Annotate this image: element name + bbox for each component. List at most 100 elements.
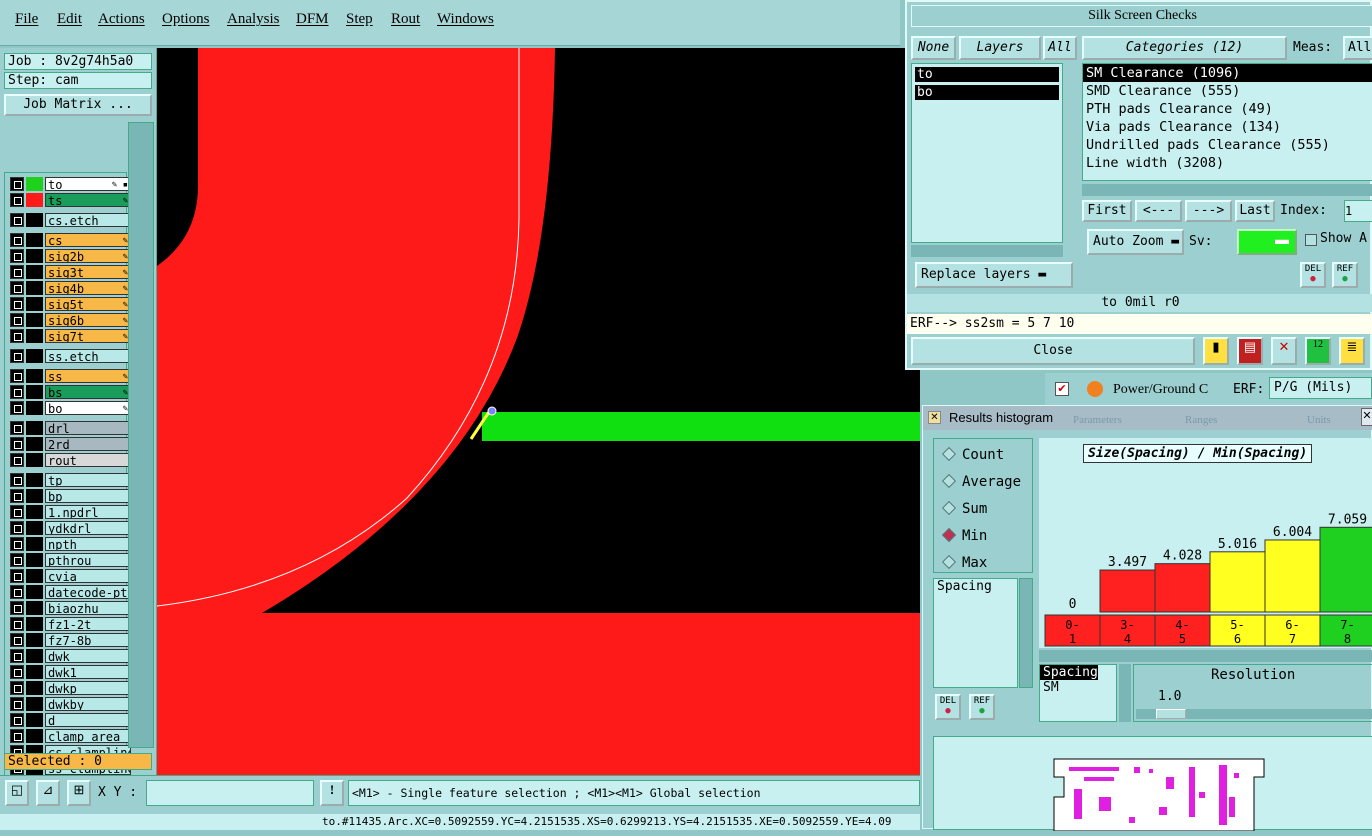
layer-name-bo[interactable]: bo ✎ — [45, 401, 131, 415]
next-button[interactable]: ---> — [1185, 200, 1232, 222]
menu-actions[interactable]: Actions — [98, 11, 145, 28]
layer-checkbox[interactable] — [10, 193, 24, 207]
layer-checkbox[interactable] — [10, 569, 24, 583]
layer-name-sig3t[interactable]: sig3t ✎ — [45, 265, 131, 279]
layer-checkbox[interactable] — [10, 281, 24, 295]
board-view[interactable] — [157, 48, 920, 775]
measure-list-scrollbar[interactable] — [1119, 664, 1131, 722]
layer-name-1.npdrl[interactable]: 1.npdrl — [45, 505, 131, 519]
auto-zoom-dropdown[interactable]: Auto Zoom ▬ — [1087, 229, 1184, 255]
histogram-bar[interactable] — [1154, 563, 1211, 613]
layer-row[interactable]: fz1-2t — [9, 617, 131, 631]
category-item[interactable]: Line width (3208) — [1083, 154, 1372, 172]
layer-checkbox[interactable] — [10, 633, 24, 647]
layer-checkbox[interactable] — [10, 265, 24, 279]
layer-name-dwk[interactable]: dwk — [45, 649, 131, 663]
layer-color-swatch[interactable] — [26, 249, 43, 263]
layer-name-dwk1[interactable]: dwk1 — [45, 665, 131, 679]
mode-radio-average[interactable]: Average — [941, 473, 1021, 490]
histogram-bar[interactable] — [1209, 551, 1266, 613]
job-matrix-button[interactable]: Job Matrix ... — [4, 94, 152, 116]
graph-icon[interactable]: ▮ — [1203, 337, 1229, 365]
layer-row[interactable]: cs.etch — [9, 213, 131, 227]
layer-name-to[interactable]: to ✎ ▪ — [45, 177, 131, 191]
layer-color-swatch[interactable] — [26, 421, 43, 435]
categories-list[interactable]: SM Clearance (1096) SMD Clearance (555) PT… — [1082, 63, 1372, 181]
layer-row[interactable]: npth — [9, 537, 131, 551]
prev-button[interactable]: <--- — [1135, 200, 1182, 222]
layer-name-sig5t[interactable]: sig5t ✎ — [45, 297, 131, 311]
resolution-slider[interactable] — [1136, 709, 1372, 719]
notes-icon[interactable]: ≣ — [1339, 337, 1365, 365]
histogram-ref-button[interactable]: REF ● — [969, 694, 995, 720]
layer-row[interactable]: datecode-pte — [9, 585, 131, 599]
layer-checkbox[interactable] — [10, 681, 24, 695]
layer-color-swatch[interactable] — [26, 617, 43, 631]
layer-name-ydkdrl[interactable]: ydkdrl — [45, 521, 131, 535]
layer-color-swatch[interactable] — [26, 297, 43, 311]
layer-color-swatch[interactable] — [26, 489, 43, 503]
count-icon[interactable]: 12 — [1305, 337, 1331, 365]
layer-color-swatch[interactable] — [26, 697, 43, 711]
layer-checkbox[interactable] — [10, 505, 24, 519]
close-button[interactable]: Close — [911, 337, 1195, 365]
last-button[interactable]: Last — [1235, 200, 1275, 222]
power-ground-checkbox[interactable]: ✔ — [1055, 382, 1069, 396]
menu-file[interactable]: File — [15, 11, 38, 28]
layer-name-sig4b[interactable]: sig4b ✎ — [45, 281, 131, 295]
histogram-bar[interactable] — [1319, 526, 1372, 613]
none-button[interactable]: None — [911, 36, 956, 60]
layer-row[interactable]: dwk1 — [9, 665, 131, 679]
measure-list[interactable]: Spacing SM — [1039, 664, 1117, 722]
layer-row[interactable]: sig3t ✎ — [9, 265, 131, 279]
layer-color-swatch[interactable] — [26, 473, 43, 487]
layer-row[interactable]: sig2b ✎ — [9, 249, 131, 263]
layer-checkbox[interactable] — [10, 713, 24, 727]
layer-name-sig2b[interactable]: sig2b ✎ — [45, 249, 131, 263]
layer-row[interactable]: sig7t ✎ — [9, 329, 131, 343]
layer-checkbox[interactable] — [10, 665, 24, 679]
layer-checkbox[interactable] — [10, 537, 24, 551]
layer-checkbox[interactable] — [10, 297, 24, 311]
layer-color-swatch[interactable] — [26, 349, 43, 363]
layer-checkbox[interactable] — [10, 453, 24, 467]
parameter-list[interactable]: Spacing — [933, 578, 1018, 688]
report-icon[interactable]: ▤ — [1237, 337, 1263, 365]
category-item[interactable]: SMD Clearance (555) — [1083, 82, 1372, 100]
layer-color-swatch[interactable] — [26, 601, 43, 615]
layer-name-biaozhu[interactable]: biaozhu — [45, 601, 131, 615]
layer-row[interactable]: clamp_area — [9, 729, 131, 743]
layer-name-drl[interactable]: drl — [45, 421, 131, 435]
menu-rout[interactable]: Rout — [391, 11, 420, 28]
layer-row[interactable]: bo ✎ — [9, 401, 131, 415]
layer-checkbox[interactable] — [10, 313, 24, 327]
mode-radio-max[interactable]: Max — [941, 554, 987, 571]
layer-checkbox[interactable] — [10, 585, 24, 599]
show-all-checkbox[interactable] — [1305, 234, 1317, 246]
layer-color-swatch[interactable] — [26, 177, 43, 191]
measure-icon[interactable]: ⊿ — [36, 780, 60, 806]
layer-name-sig7t[interactable]: sig7t ✎ — [45, 329, 131, 343]
layer-checkbox[interactable] — [10, 437, 24, 451]
layer-name-rout[interactable]: rout — [45, 453, 131, 467]
layer-color-swatch[interactable] — [26, 553, 43, 567]
layer-name-bp[interactable]: bp — [45, 489, 131, 503]
layer-checkbox[interactable] — [10, 369, 24, 383]
layer-list-hscrollbar[interactable] — [911, 245, 1063, 257]
layer-row[interactable]: sig6b ✎ — [9, 313, 131, 327]
del-button[interactable]: DEL ● — [1300, 262, 1326, 288]
layer-checkbox[interactable] — [10, 177, 24, 191]
layer-row[interactable]: sig5t ✎ — [9, 297, 131, 311]
layer-row[interactable]: sig4b ✎ — [9, 281, 131, 295]
mode-radio-count[interactable]: Count — [941, 446, 1004, 463]
layer-row[interactable]: dwkp — [9, 681, 131, 695]
layer-row[interactable]: cvia — [9, 569, 131, 583]
severity-dropdown[interactable]: ▬ — [1237, 229, 1297, 255]
layer-name-pthrou[interactable]: pthrou — [45, 553, 131, 567]
layer-select-list[interactable]: to bo — [911, 63, 1063, 243]
layer-name-dwkby[interactable]: dwkby — [45, 697, 131, 711]
layer-row[interactable]: ss.etch — [9, 349, 131, 363]
snap-grid-icon[interactable]: ⊞ — [67, 780, 91, 806]
layer-color-swatch[interactable] — [26, 265, 43, 279]
layer-name-ss[interactable]: ss ✎ — [45, 369, 131, 383]
